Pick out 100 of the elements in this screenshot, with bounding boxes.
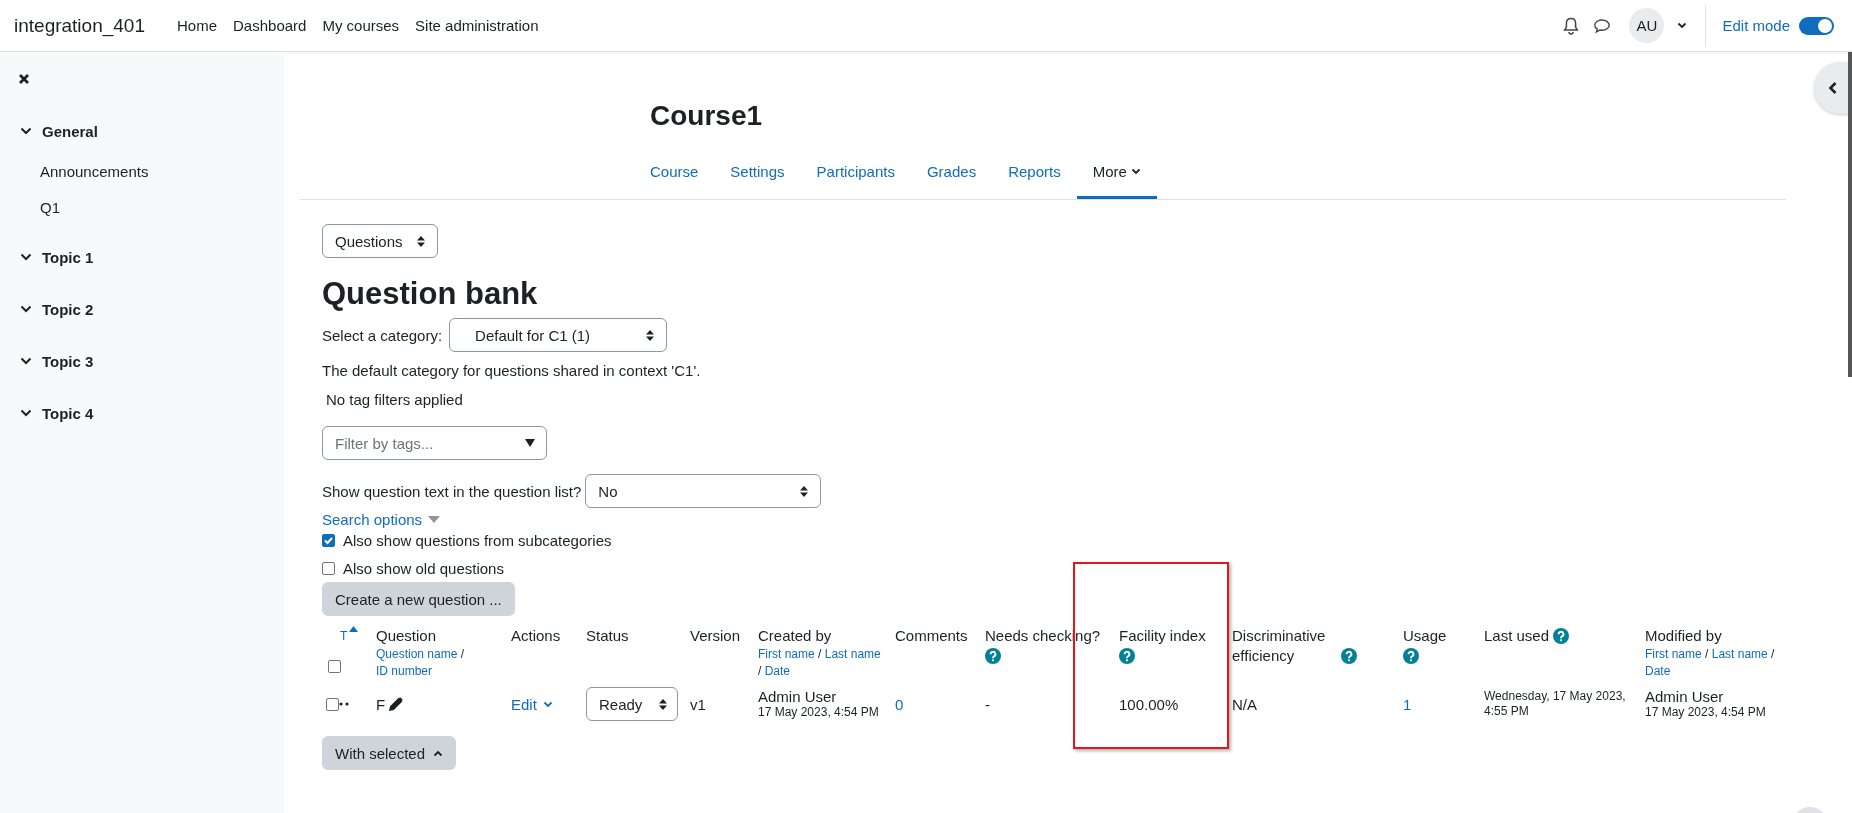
category-select[interactable]: Default for C1 (1) — [449, 318, 668, 352]
user-name: Admin User — [1645, 688, 1725, 705]
show-text-label: Show question text in the question list? — [322, 482, 582, 500]
course-title: Course1 — [650, 100, 763, 132]
category-label: Select a category: — [322, 326, 443, 344]
option-label: Also show questions from subcategories — [343, 531, 612, 549]
sort-link[interactable]: T — [340, 626, 359, 646]
sort-arrows-icon — [800, 485, 809, 497]
edit-mode-toggle[interactable] — [1799, 16, 1834, 35]
column-header: Last used — [1484, 626, 1550, 646]
page-select[interactable]: Questions — [322, 224, 438, 258]
column-header: Actions — [511, 627, 561, 644]
option-label: Also show old questions — [343, 559, 504, 577]
with-selected-button[interactable]: With selected — [322, 736, 457, 770]
separator: / — [818, 647, 822, 661]
caret-icon — [542, 700, 553, 708]
separator: / — [1771, 647, 1775, 661]
activity-link[interactable]: Q1 — [18, 189, 284, 225]
chevron-icon — [20, 127, 32, 135]
help-icon[interactable] — [1119, 648, 1135, 664]
search-options-link[interactable]: Search options — [322, 511, 441, 528]
question-name: F — [376, 695, 386, 713]
chevron-icon — [20, 253, 32, 261]
separator: / — [460, 647, 465, 661]
sort-arrows-icon — [646, 329, 655, 341]
separator: / — [1705, 647, 1709, 661]
chevron-left-icon — [1828, 81, 1838, 95]
sort-arrows-icon — [659, 698, 667, 710]
sort-link[interactable]: Question name — [376, 647, 458, 661]
checkbox[interactable] — [322, 533, 335, 547]
edit-menu-link[interactable]: Edit — [511, 695, 553, 713]
site-name[interactable]: integration_401 — [14, 14, 145, 37]
nav-link[interactable]: Site administration — [415, 17, 539, 34]
course-tab[interactable]: More — [1076, 163, 1157, 199]
table-cell-link[interactable]: 0 — [895, 695, 904, 713]
caret-up-icon — [433, 749, 444, 757]
section-toggle[interactable]: Topic 3 — [20, 335, 284, 387]
section-toggle[interactable]: Topic 4 — [20, 387, 284, 439]
help-icon[interactable] — [1403, 648, 1419, 664]
user-name: Admin User — [758, 688, 838, 705]
bell-icon[interactable] — [1563, 16, 1580, 35]
sort-link[interactable]: Date — [764, 664, 791, 678]
tag-filter-field[interactable]: Filter by tags... — [322, 426, 547, 460]
category-description: The default category for questions shared in context 'C1'. — [322, 362, 702, 379]
pencil-icon[interactable] — [389, 697, 404, 711]
table-cell-link[interactable]: 1 — [1403, 695, 1412, 713]
course-tab[interactable]: Participants — [800, 163, 911, 199]
nav-link[interactable]: My courses — [322, 17, 400, 34]
checkbox[interactable] — [326, 697, 339, 711]
status-select[interactable]: Ready — [586, 687, 678, 721]
column-header: Usage — [1403, 627, 1447, 644]
chevron-icon — [20, 305, 32, 313]
chevron-icon — [20, 357, 32, 365]
help-icon[interactable] — [1341, 648, 1357, 664]
help-icon[interactable] — [1553, 628, 1570, 644]
create-question-button[interactable]: Create a new question ... — [322, 582, 515, 616]
caret-icon — [1677, 22, 1688, 29]
caret-icon — [1130, 168, 1141, 175]
dropdown-triangle-icon — [525, 439, 535, 447]
table-cell-text: Wednesday, 17 May 2023, 4:55 PM — [1484, 689, 1627, 719]
sort-link[interactable]: Date — [1645, 664, 1671, 678]
column-header: Created by — [758, 627, 832, 644]
course-tab[interactable]: Settings — [714, 163, 801, 199]
section-toggle[interactable]: Topic 1 — [20, 231, 284, 283]
course-tab[interactable]: Grades — [910, 163, 993, 199]
drag-handle-icon[interactable] — [339, 702, 349, 706]
sort-link[interactable]: ID number — [376, 664, 433, 678]
sort-link[interactable]: First name — [758, 647, 815, 661]
dropdown-triangle-icon — [428, 516, 441, 523]
column-header: Modified by — [1645, 627, 1722, 644]
scrollbar[interactable] — [1848, 52, 1852, 377]
section-toggle[interactable]: Topic 2 — [20, 283, 284, 335]
column-header: Comments — [895, 627, 968, 644]
column-header: Status — [586, 627, 629, 644]
sort-arrows-icon — [417, 235, 425, 247]
course-tab[interactable]: Course — [650, 163, 715, 199]
separator: / — [758, 664, 762, 678]
checkbox[interactable] — [328, 660, 341, 673]
table-cell: N/A — [1232, 695, 1257, 713]
table-cell: - — [985, 695, 990, 713]
checkbox[interactable] — [322, 561, 335, 575]
course-tab[interactable]: Reports — [992, 163, 1077, 199]
user-avatar[interactable]: AU — [1629, 8, 1665, 43]
show-text-select[interactable]: No — [585, 474, 822, 508]
date-text: 17 May 2023, 4:54 PM — [758, 704, 879, 720]
column-header: Question — [376, 627, 437, 644]
table-cell: v1 — [690, 695, 706, 713]
column-header: Facility index — [1119, 627, 1206, 644]
tag-filter-status: No tag filters applied — [326, 391, 464, 408]
column-header: Version — [690, 627, 741, 644]
column-header: Discriminative efficiency — [1232, 626, 1327, 666]
chat-bubble-icon[interactable] — [1593, 17, 1612, 34]
sort-link[interactable]: Last name — [1711, 647, 1768, 661]
sort-link[interactable]: First name — [1645, 647, 1702, 661]
close-icon[interactable] — [18, 73, 30, 85]
nav-link[interactable]: Dashboard — [233, 17, 307, 34]
nav-link[interactable]: Home — [177, 17, 217, 34]
edit-mode-label: Edit mode — [1722, 17, 1790, 34]
help-icon[interactable] — [985, 648, 1001, 664]
sort-link[interactable]: Last name — [824, 647, 881, 661]
